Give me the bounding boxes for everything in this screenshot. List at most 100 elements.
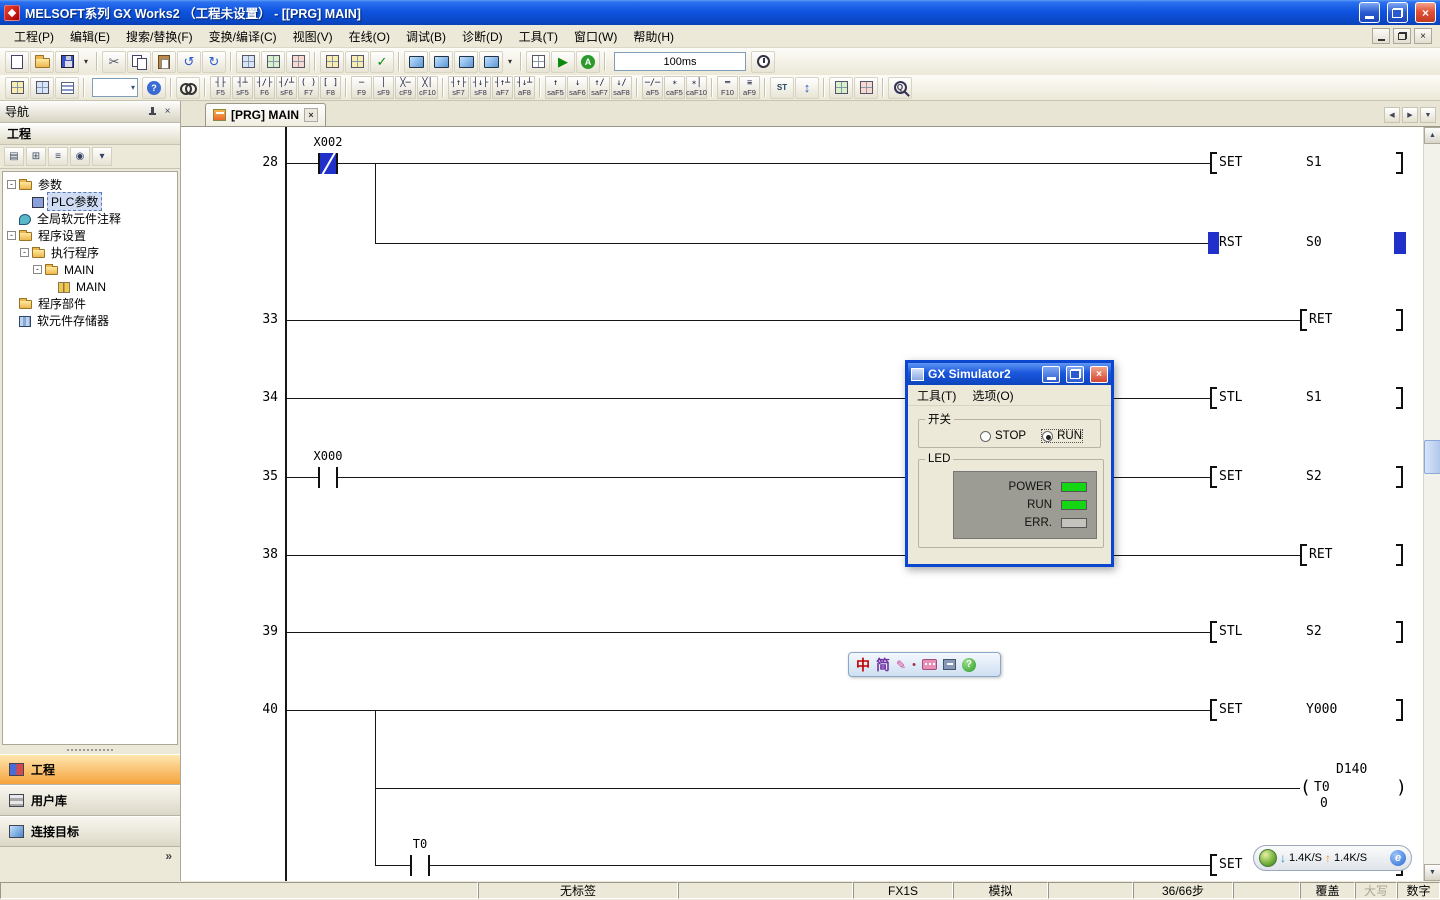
scroll-down-icon[interactable]: ▼ xyxy=(1424,864,1440,881)
ladder-symbol-button-saF7[interactable]: ↑/saF7 xyxy=(589,76,610,99)
menu-item-7[interactable]: 调试(B) xyxy=(398,25,454,48)
ladder-symbol-button-caF5[interactable]: ∗caF5 xyxy=(664,76,685,99)
project-tree[interactable]: -参数PLC参数全局软元件注释-程序设置-执行程序-MAINMAIN程序部件软元… xyxy=(2,171,178,745)
statement-edit-button[interactable] xyxy=(829,77,853,99)
tab-menu-icon[interactable]: ▼ xyxy=(1420,107,1436,123)
ime-help-icon[interactable]: ? xyxy=(962,658,976,672)
instruction-op[interactable]: SET xyxy=(1219,702,1242,717)
browser-icon[interactable]: e xyxy=(1390,850,1406,866)
tree-expander-icon[interactable]: - xyxy=(7,231,16,240)
instruction-operand[interactable]: S2 xyxy=(1306,624,1322,639)
ladder-symbol-button-sF9[interactable]: │sF9 xyxy=(373,76,394,99)
scan-time-display[interactable]: 100ms xyxy=(614,52,746,71)
open-project-button[interactable] xyxy=(30,51,54,73)
simulator-menu-tools[interactable]: 工具(T) xyxy=(917,387,956,404)
menu-item-6[interactable]: 在线(O) xyxy=(341,25,398,48)
watch-window-button[interactable] xyxy=(526,51,550,73)
ime-toolbox-icon[interactable] xyxy=(943,659,956,670)
tree-item-2[interactable]: PLC参数 xyxy=(3,193,177,210)
menu-item-3[interactable]: 搜索/替换(F) xyxy=(118,25,201,48)
project-view-button[interactable]: 工程 xyxy=(0,754,180,785)
instruction-operand[interactable]: S0 xyxy=(1306,235,1322,250)
tree-item-1[interactable]: -参数 xyxy=(3,176,177,193)
instruction-op[interactable]: STL xyxy=(1219,390,1242,405)
tree-item-6[interactable]: -MAIN xyxy=(3,261,177,278)
instruction-op[interactable]: RET xyxy=(1309,547,1332,562)
user-library-view-button[interactable]: 用户库 xyxy=(0,785,180,816)
simulator-menu-options[interactable]: 选项(O) xyxy=(972,387,1013,404)
editor-vertical-scrollbar[interactable]: ▲ ▼ xyxy=(1423,127,1440,881)
convert-all-button[interactable] xyxy=(345,51,369,73)
tab-scroll-left-icon[interactable]: ◀ xyxy=(1384,107,1400,123)
tree-expander-icon[interactable]: - xyxy=(33,265,42,274)
nav-info-icon[interactable]: ◉ xyxy=(70,147,90,166)
menu-item-10[interactable]: 窗口(W) xyxy=(566,25,625,48)
instruction-operand[interactable]: S1 xyxy=(1306,390,1322,405)
zoom-button[interactable]: Q xyxy=(888,77,912,99)
instruction-op[interactable]: RET xyxy=(1309,312,1332,327)
simulator-minimize-button[interactable] xyxy=(1042,366,1060,383)
note-edit-button[interactable] xyxy=(854,77,878,99)
menu-item-5[interactable]: 视图(V) xyxy=(285,25,341,48)
contact-X002[interactable] xyxy=(318,153,338,174)
nav-filter-icon[interactable]: ▾ xyxy=(92,147,112,166)
mdi-close-button[interactable]: × xyxy=(1414,28,1432,44)
ime-language-indicator[interactable]: 中 xyxy=(856,655,870,675)
tree-item-5[interactable]: -执行程序 xyxy=(3,244,177,261)
tree-item-4[interactable]: -程序设置 xyxy=(3,227,177,244)
ladder-symbol-button-sF6[interactable]: ┤/┴sF6 xyxy=(276,76,297,99)
nav-close-icon[interactable]: × xyxy=(160,104,175,119)
simulator-close-button[interactable]: × xyxy=(1090,366,1108,383)
monitor-dropdown-arrow[interactable]: ▾ xyxy=(504,51,516,73)
new-project-button[interactable] xyxy=(5,51,29,73)
find-button[interactable] xyxy=(176,77,200,99)
instruction-operand[interactable]: S1 xyxy=(1306,155,1322,170)
tree-expander-icon[interactable]: - xyxy=(7,180,16,189)
scan-time-setting-button[interactable] xyxy=(751,51,775,73)
menu-item-4[interactable]: 变换/编译(C) xyxy=(201,25,285,48)
save-project-button[interactable] xyxy=(55,51,79,73)
instruction-op[interactable]: RST xyxy=(1219,235,1242,250)
inline-st-button[interactable]: ST xyxy=(770,77,794,99)
menu-item-2[interactable]: 编辑(E) xyxy=(62,25,118,48)
instruction-op[interactable]: SET xyxy=(1219,155,1242,170)
ladder-symbol-button-aF5[interactable]: ─/─aF5 xyxy=(642,76,663,99)
contact-X000[interactable] xyxy=(318,467,338,488)
program-check-button[interactable]: ✓ xyxy=(370,51,394,73)
panel-splitter-grip[interactable] xyxy=(0,745,180,754)
tree-item-9[interactable]: 软元件存储器 xyxy=(3,312,177,329)
coil-operand[interactable]: T0 xyxy=(1314,780,1330,795)
write-to-plc-button[interactable] xyxy=(404,51,428,73)
cut-button[interactable]: ✂ xyxy=(102,51,126,73)
ladder-symbol-button-F9[interactable]: ─F9 xyxy=(351,76,372,99)
save-dropdown-arrow[interactable]: ▾ xyxy=(80,51,92,73)
ladder-symbol-button-aF9[interactable]: ≡aF9 xyxy=(739,76,760,99)
instruction-op[interactable]: SET xyxy=(1219,469,1242,484)
nav-new-icon[interactable]: ▤ xyxy=(4,147,24,166)
contact-T0[interactable] xyxy=(410,855,430,876)
menu-item-8[interactable]: 诊断(D) xyxy=(454,25,511,48)
simulation-start-button[interactable]: ▶ xyxy=(551,51,575,73)
ladder-symbol-button-F7[interactable]: ( )F7 xyxy=(298,76,319,99)
statement-button[interactable] xyxy=(261,51,285,73)
tab-scroll-right-icon[interactable]: ▶ xyxy=(1402,107,1418,123)
ladder-editor[interactable]: 28X002SETS1RSTS033RET34STLS135X000SETS23… xyxy=(181,127,1423,881)
paste-button[interactable] xyxy=(152,51,176,73)
simulation-stop-button[interactable]: A xyxy=(576,51,600,73)
connection-destination-view-button[interactable]: 连接目标 xyxy=(0,816,180,847)
window-minimize-button[interactable] xyxy=(1359,2,1380,23)
ladder-symbol-button-F8[interactable]: [ ]F8 xyxy=(320,76,341,99)
ladder-symbol-button-caF10[interactable]: ∗│caF10 xyxy=(686,76,707,99)
scrollbar-thumb[interactable] xyxy=(1424,440,1440,474)
ladder-symbol-button-cF10[interactable]: ╳│cF10 xyxy=(417,76,438,99)
note-button[interactable] xyxy=(286,51,310,73)
redo-button[interactable]: ↻ xyxy=(202,51,226,73)
instruction-op[interactable]: SET xyxy=(1219,857,1242,872)
pin-icon[interactable] xyxy=(145,104,160,119)
ladder-symbol-button-saF6[interactable]: ↓saF6 xyxy=(567,76,588,99)
simulator-titlebar[interactable]: GX Simulator2 × xyxy=(908,363,1111,385)
program-select-combo[interactable]: ▾ xyxy=(92,78,138,97)
mdi-restore-button[interactable] xyxy=(1393,28,1411,44)
ladder-symbol-button-aF8[interactable]: ┤↓┴aF8 xyxy=(514,76,535,99)
ladder-symbol-button-F5[interactable]: ┤├F5 xyxy=(210,76,231,99)
